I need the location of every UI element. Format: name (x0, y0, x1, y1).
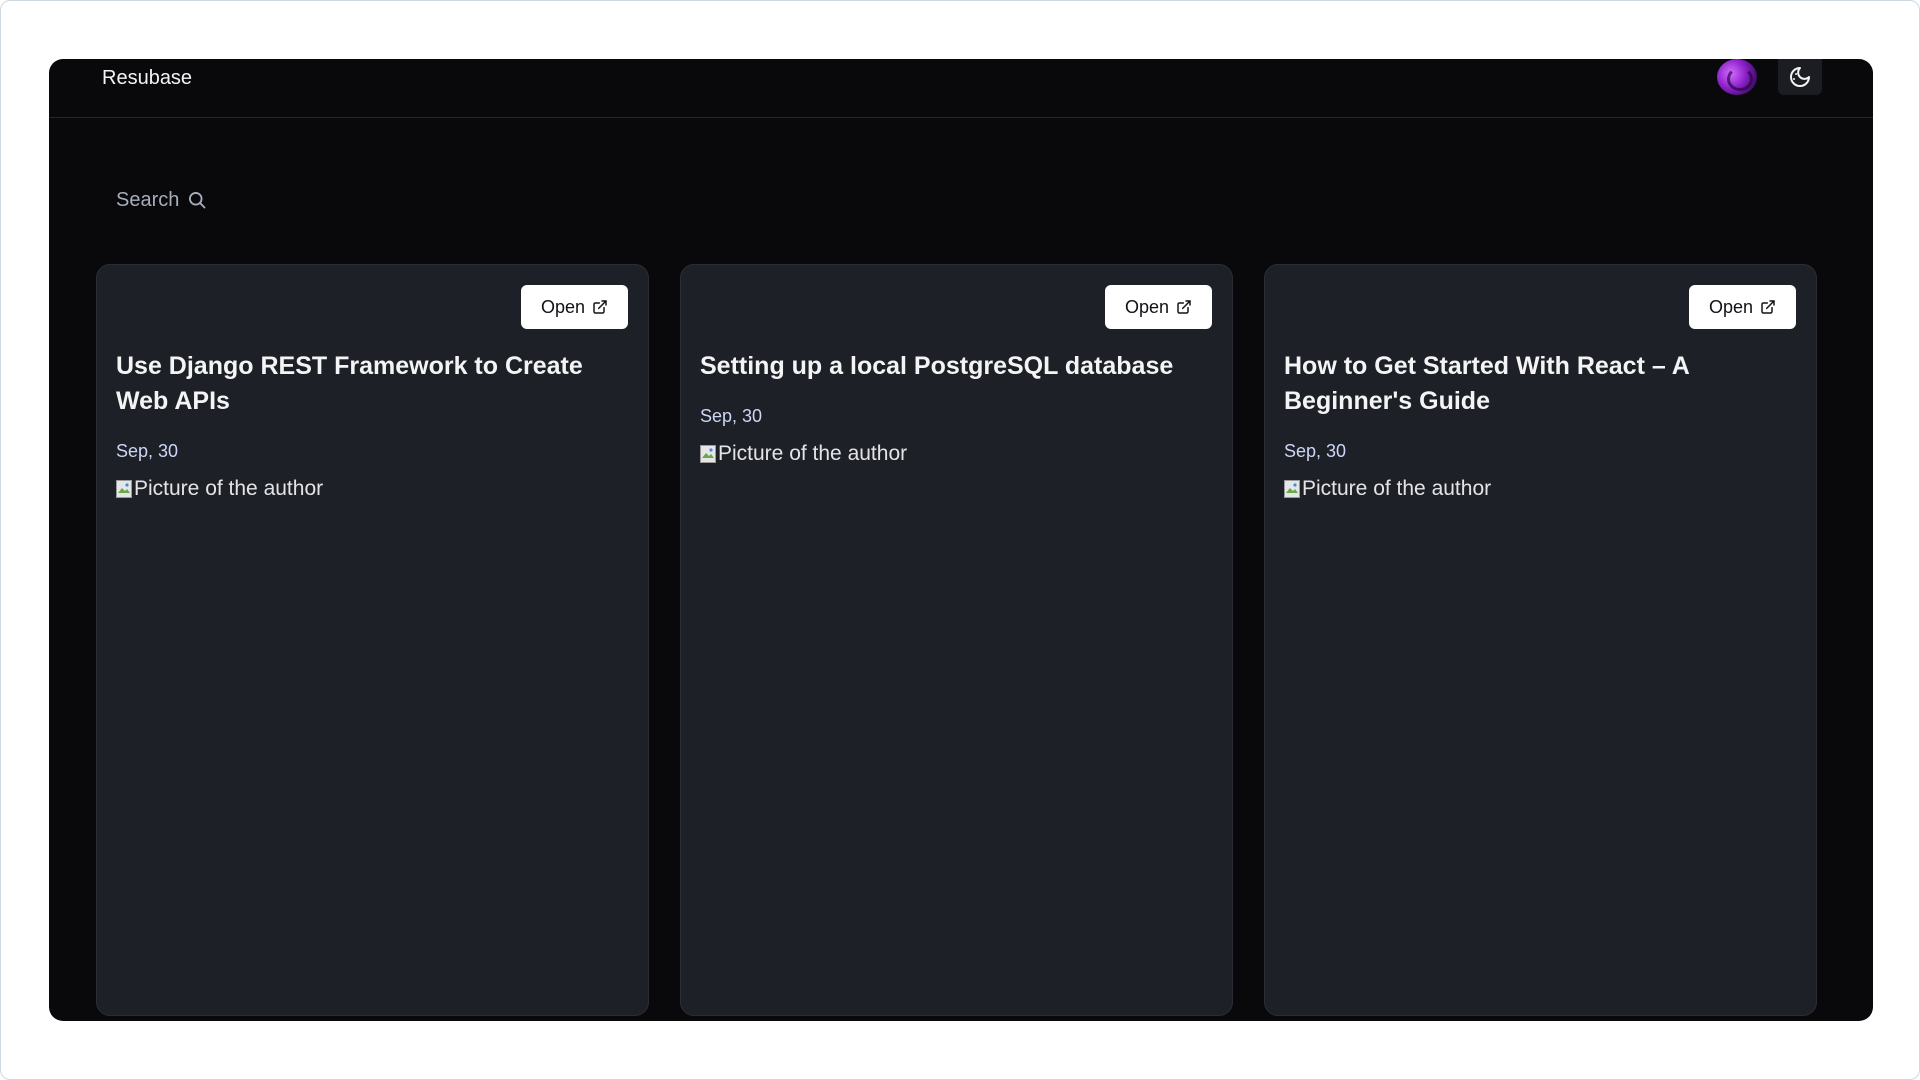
open-article-button[interactable]: Open (1688, 285, 1796, 329)
author-image-broken: Picture of the author (700, 442, 907, 466)
article-title: Setting up a local PostgreSQL database (700, 349, 1200, 384)
author-image-alt-text: Picture of the author (134, 477, 324, 500)
article-card: Open Use Django REST Framework to Create… (96, 264, 649, 1016)
open-article-button[interactable]: Open (1104, 285, 1212, 329)
article-title-line: Setting up a local PostgreSQL database (700, 352, 1174, 380)
top-navbar: Resubase (49, 59, 1873, 118)
user-avatar[interactable] (1717, 59, 1757, 95)
search-trigger[interactable]: Search (116, 188, 207, 212)
brand-logo-text[interactable]: Resubase (102, 65, 192, 91)
article-date: Sep, 30 (1284, 441, 1347, 461)
search-icon (189, 192, 206, 209)
external-link-icon (1761, 300, 1775, 314)
search-label: Search (116, 189, 180, 211)
open-button-label: Open (540, 296, 585, 317)
broken-image-icon (700, 445, 716, 463)
author-image-broken: Picture of the author (1284, 477, 1491, 501)
article-title-line: How to Get Started With React – A (1284, 352, 1690, 380)
app-window: Resubase Search Open Use Django REST Fra… (49, 59, 1873, 1021)
article-title: Use Django REST Framework to Create Web … (116, 349, 616, 419)
article-date: Sep, 30 (700, 406, 763, 426)
article-card: Open Setting up a local PostgreSQL datab… (680, 264, 1233, 1016)
open-article-button[interactable]: Open (520, 285, 628, 329)
broken-image-icon (1284, 480, 1300, 498)
open-button-label: Open (1124, 296, 1169, 317)
open-button-label: Open (1708, 296, 1753, 317)
external-link-icon (1177, 300, 1191, 314)
author-image-alt-text: Picture of the author (718, 442, 908, 465)
author-image-broken: Picture of the author (116, 477, 323, 501)
article-card: Open How to Get Started With React – A B… (1264, 264, 1817, 1016)
theme-toggle-button[interactable] (1778, 59, 1822, 95)
moon-sun-icon (1790, 67, 1810, 87)
article-title-line: Web APIs (116, 387, 230, 415)
article-title-line: Beginner's Guide (1284, 387, 1490, 415)
broken-image-icon (116, 480, 132, 498)
article-title: How to Get Started With React – A Beginn… (1284, 349, 1784, 419)
external-link-icon (593, 300, 607, 314)
author-image-alt-text: Picture of the author (1302, 477, 1492, 500)
article-title-line: Use Django REST Framework to Create (116, 352, 583, 380)
window-frame: Resubase Search Open Use Django REST Fra… (0, 0, 1920, 1080)
article-date: Sep, 30 (116, 441, 179, 461)
